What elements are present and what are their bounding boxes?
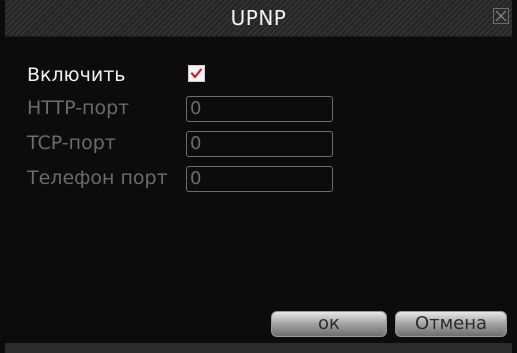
close-icon[interactable] [493, 8, 509, 24]
upnp-dialog: UPNP Включить HTTP-порт 0 TCP-порт 0 Тел… [0, 0, 517, 353]
dialog-title: UPNP [230, 6, 287, 30]
bottom-strip [5, 343, 512, 353]
phone-port-field[interactable]: 0 [186, 166, 333, 192]
phone-port-label: Телефон порт [27, 167, 168, 189]
http-port-field[interactable]: 0 [186, 96, 333, 122]
enable-checkbox[interactable] [188, 65, 205, 82]
tcp-port-label: TCP-порт [27, 132, 116, 154]
dialog-body: Включить HTTP-порт 0 TCP-порт 0 Телефон … [5, 37, 512, 343]
tcp-port-field[interactable]: 0 [186, 131, 333, 157]
checkmark-icon [190, 68, 203, 79]
title-bar: UPNP [5, 0, 512, 37]
ok-button[interactable]: ок [271, 311, 387, 337]
http-port-label: HTTP-порт [27, 97, 130, 119]
cancel-button[interactable]: Отмена [395, 311, 507, 337]
enable-label: Включить [27, 64, 126, 86]
